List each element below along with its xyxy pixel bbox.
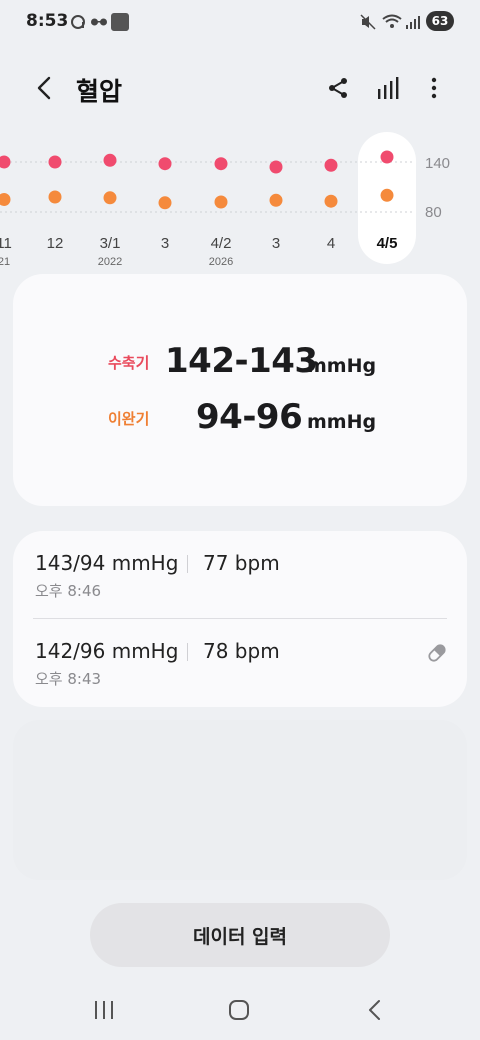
enter-data-button[interactable]: 데이터 입력	[90, 903, 390, 967]
trends-button[interactable]	[370, 72, 406, 104]
status-time: 8:53	[26, 11, 69, 31]
systolic-point	[0, 155, 11, 169]
mute-icon	[360, 13, 376, 31]
wifi-icon	[382, 13, 402, 31]
systolic-point	[158, 157, 172, 171]
app-header: 혈압	[0, 62, 480, 114]
diastolic-point	[324, 194, 338, 208]
diastolic-point	[269, 193, 283, 207]
records-card: 143/94 mmHg 77 bpm 오후 8:46 142/96 mmHg 7…	[13, 531, 467, 707]
diastolic-label: 이완기	[108, 410, 150, 428]
assistant-icon	[70, 13, 86, 31]
record-bp: 142/96 mmHg	[35, 639, 179, 663]
diastolic-point	[103, 191, 117, 205]
back-nav-button[interactable]	[354, 994, 394, 1026]
systolic-point	[269, 160, 283, 174]
share-button[interactable]	[320, 72, 356, 104]
record-separator	[187, 555, 188, 573]
x-tick-sublabel: 21	[0, 256, 10, 268]
y-tick-80: 80	[425, 204, 442, 221]
diastolic-row: 이완기 94-96 mmHg	[13, 394, 467, 444]
diastolic-point	[48, 190, 62, 204]
record-row[interactable]: 142/96 mmHg 78 bpm 오후 8:43	[13, 619, 467, 707]
systolic-row: 수축기 142-143 mmHg	[13, 338, 467, 388]
record-bpm: 78 bpm	[203, 639, 280, 663]
battery-indicator: 63	[426, 11, 454, 31]
content-placeholder	[13, 720, 467, 880]
recent-apps-icon	[95, 1001, 113, 1019]
blood-pressure-chart[interactable]: 140 80 11 21 12 3/1 2022 3 4/2 2026 3 4 4/5	[0, 128, 480, 270]
x-tick-sublabel: 2022	[98, 256, 122, 268]
record-bpm: 77 bpm	[203, 551, 280, 575]
record-bp: 143/94 mmHg	[35, 551, 179, 575]
signal-icon	[405, 13, 421, 31]
y-tick-140: 140	[425, 155, 450, 172]
chevron-left-icon	[37, 76, 51, 100]
diastolic-unit: mmHg	[307, 411, 377, 433]
systolic-value: 142-143	[165, 341, 318, 381]
page-title: 혈압	[76, 77, 123, 106]
x-tick-label: 4/2	[211, 235, 232, 252]
x-tick-label: 3/1	[100, 235, 121, 252]
x-tick-label: 4	[327, 235, 335, 252]
bar-chart-icon	[378, 77, 399, 99]
share-icon	[329, 78, 347, 98]
systolic-point	[324, 158, 338, 172]
systolic-point	[214, 157, 228, 171]
record-time: 오후 8:43	[35, 670, 102, 688]
home-icon	[229, 1000, 249, 1020]
more-options-button[interactable]	[416, 72, 452, 104]
recent-apps-button[interactable]	[84, 994, 124, 1026]
back-button[interactable]	[28, 72, 60, 104]
diastolic-point	[158, 196, 172, 210]
diastolic-point	[380, 188, 394, 202]
diastolic-point	[0, 193, 11, 206]
systolic-point	[48, 155, 62, 169]
x-tick-label: 11	[0, 235, 12, 252]
summary-card: 수축기 142-143 mmHg 이완기 94-96 mmHg	[13, 274, 467, 506]
status-bar: 8:53 63	[0, 0, 480, 44]
glasses-icon	[90, 13, 108, 31]
chart-canvas: 140 80 11 21 12 3/1 2022 3 4/2 2026 3 4 4/5	[0, 132, 450, 268]
x-tick-label: 3	[161, 235, 169, 252]
systolic-unit: mmHg	[307, 355, 377, 377]
x-tick-label: 4/5	[377, 235, 398, 252]
diastolic-point	[214, 195, 228, 209]
app-notification-icon	[111, 13, 129, 31]
home-button[interactable]	[219, 994, 259, 1026]
record-separator	[187, 643, 188, 661]
systolic-point	[380, 150, 394, 164]
diastolic-value: 94-96	[196, 397, 303, 437]
record-row[interactable]: 143/94 mmHg 77 bpm 오후 8:46	[13, 531, 467, 619]
x-tick-label: 12	[47, 235, 64, 252]
back-arrow-icon	[369, 1000, 380, 1020]
systolic-label: 수축기	[108, 354, 150, 372]
x-tick-label: 3	[272, 235, 280, 252]
more-vertical-icon	[431, 77, 437, 99]
x-tick-sublabel: 2026	[209, 256, 233, 268]
systolic-point	[103, 153, 117, 167]
medication-icon	[428, 644, 446, 662]
navigation-bar	[0, 980, 480, 1040]
record-time: 오후 8:46	[35, 582, 102, 600]
